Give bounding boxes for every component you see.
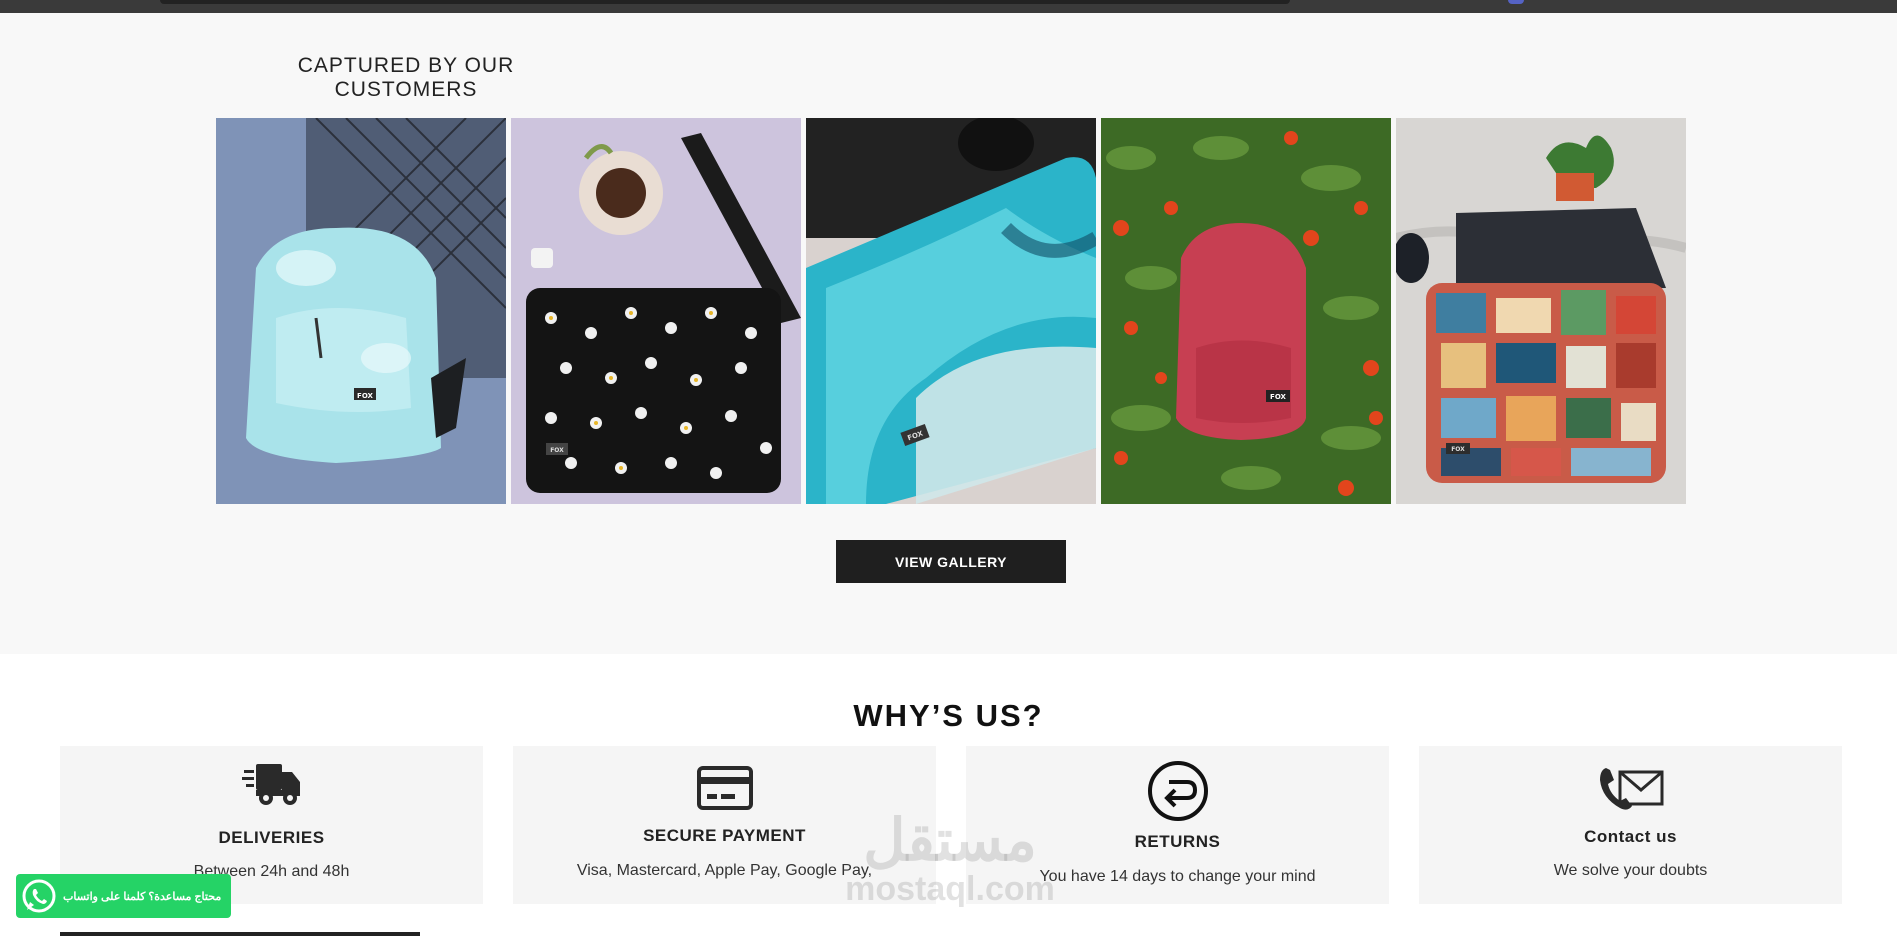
profile-indicator (1508, 0, 1524, 4)
delivery-truck-icon (60, 760, 483, 808)
credit-card-icon (513, 766, 936, 810)
photo-sticker-laptop-sleeve[interactable]: FOX (1396, 118, 1686, 504)
card-text: We solve your doubts (1553, 862, 1708, 879)
footer-divider (60, 932, 420, 936)
card-title: DELIVERIES (218, 828, 325, 847)
card-text: Visa, Mastercard, Apple Pay, Google Pay, (576, 862, 873, 879)
whatsapp-label: محتاج مساعدة؟ كلمنا على واتساب (63, 890, 222, 903)
card-title: RETURNS (1134, 832, 1221, 851)
gallery-title: CAPTURED BY OUR CUSTOMERS (297, 54, 515, 101)
photo-brand-tag: FOX (1451, 446, 1465, 453)
whatsapp-icon (22, 879, 56, 913)
feature-card-secure-payment: SECURE PAYMENT Visa, Mastercard, Apple P… (513, 746, 936, 904)
phone-mail-icon (1419, 766, 1842, 812)
photo-brand-tag: FOX (357, 392, 373, 400)
card-title: Contact us (1584, 827, 1677, 846)
returns-icon (966, 760, 1389, 822)
why-us-title: WHY’S US? (853, 698, 1044, 733)
view-gallery-button[interactable]: VIEW GALLERY (836, 540, 1066, 583)
card-title: SECURE PAYMENT (643, 826, 806, 845)
address-bar (160, 0, 1290, 4)
card-text: You have 14 days to change your mind (1039, 868, 1316, 885)
photo-brand-tag: FOX (1270, 393, 1286, 401)
photo-red-backpack[interactable]: FOX (1101, 118, 1391, 504)
feature-card-contact: Contact us We solve your doubts (1419, 746, 1842, 904)
photo-marble-laptop-sleeve[interactable]: FOX (806, 118, 1096, 504)
whatsapp-chat-button[interactable]: محتاج مساعدة؟ كلمنا على واتساب (16, 874, 231, 918)
photo-tie-dye-backpack[interactable]: FOX (216, 118, 506, 504)
feature-card-returns: RETURNS You have 14 days to change your … (966, 746, 1389, 904)
browser-top-bar (0, 0, 1897, 13)
customer-photo-grid: FOX FOX FOX FOX FOX (216, 118, 1686, 504)
photo-daisy-laptop-sleeve[interactable]: FOX (511, 118, 801, 504)
why-us-section: WHY’S US? DELIVERIES Between 24h and 48h (0, 654, 1897, 936)
photo-brand-tag: FOX (550, 447, 564, 454)
